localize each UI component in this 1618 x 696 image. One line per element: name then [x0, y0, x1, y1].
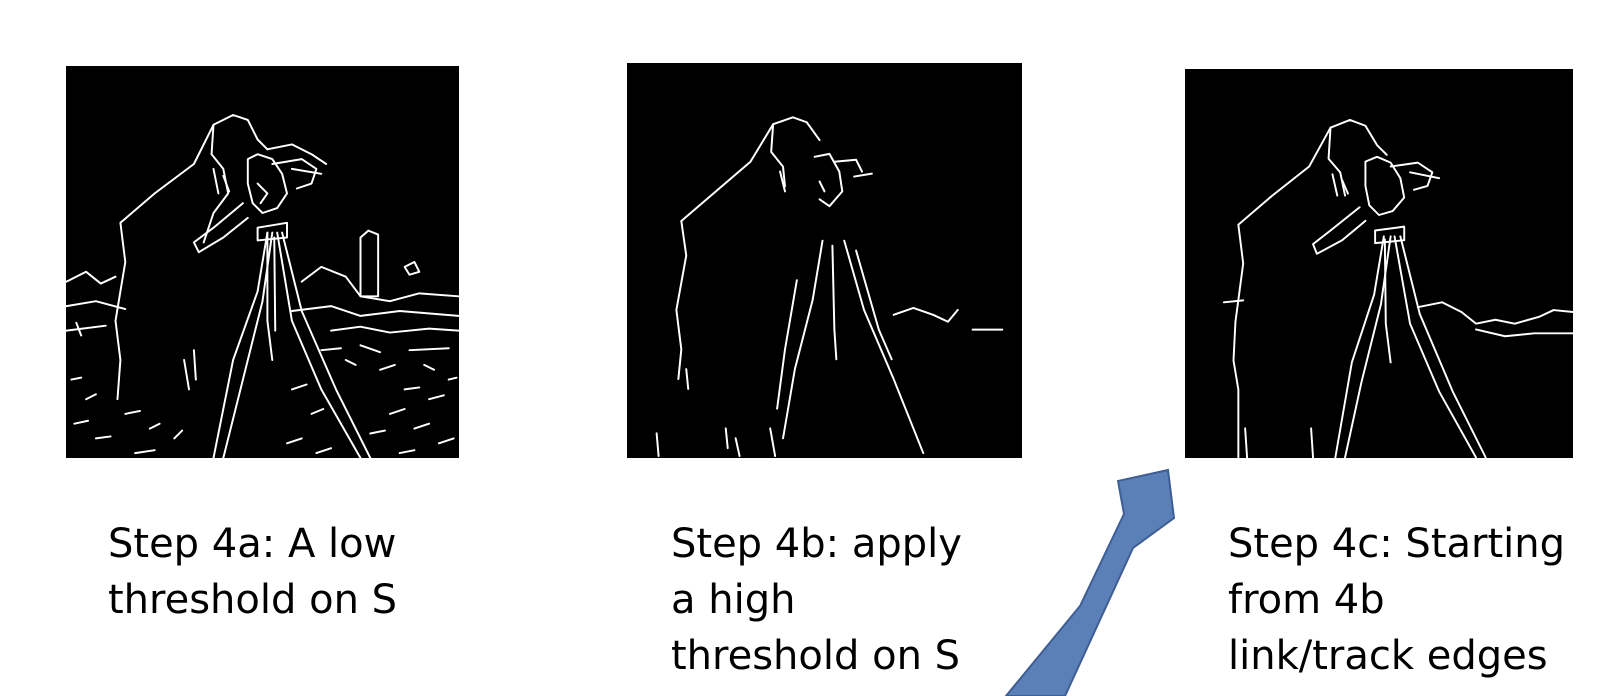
caption-line: Step 4a: A low — [108, 521, 397, 567]
caption-line: Step 4c: Starting — [1228, 521, 1565, 567]
caption-line: threshold on S — [671, 633, 961, 679]
caption-line: link/track edges — [1228, 633, 1548, 679]
caption-line: Step 4b: apply — [671, 521, 962, 567]
caption-line: a high — [671, 577, 796, 623]
edge-map-low-threshold-drawing — [66, 114, 459, 458]
caption-step-4a: Step 4a: A low threshold on S — [108, 516, 397, 628]
caption-step-4c: Step 4c: Starting from 4b link/track edg… — [1228, 516, 1565, 684]
edge-map-low-threshold — [66, 66, 459, 458]
arrow-shape — [1004, 468, 1176, 696]
caption-line: threshold on S — [108, 577, 398, 623]
caption-step-4b: Step 4b: apply a high threshold on S — [671, 516, 962, 684]
caption-line: from 4b — [1228, 577, 1385, 623]
edge-map-linked-edges — [1185, 69, 1573, 458]
edge-map-high-threshold-drawing — [655, 116, 1004, 458]
edge-map-high-threshold — [627, 63, 1022, 458]
edge-map-linked-edges-drawing — [1222, 118, 1573, 458]
